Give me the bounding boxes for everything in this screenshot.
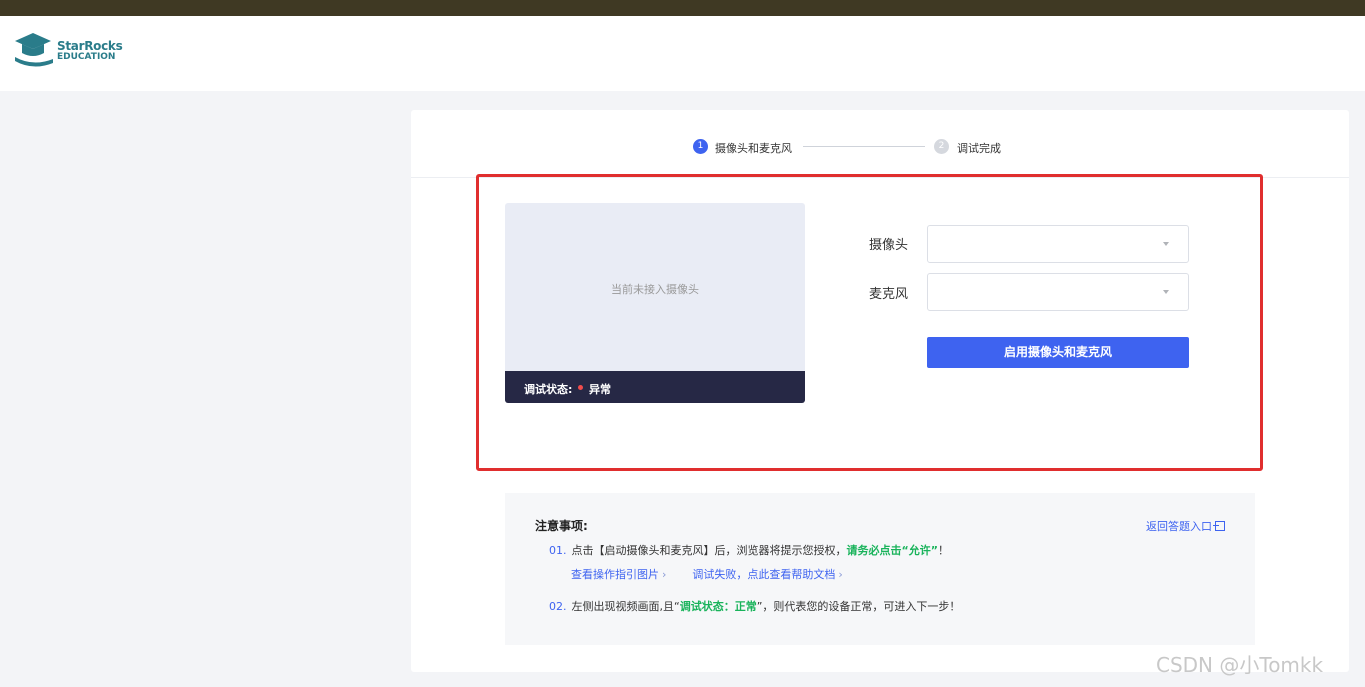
starrocks-logo[interactable]: StarRocks EDUCATION [13, 31, 123, 73]
note-item-2-text-a: 左侧出现视频画面,且“ [571, 600, 680, 613]
notes-panel: 注意事项: 返回答题入口 01. 点击【启动摄像头和麦克风】后，浏览器将提示您授权… [505, 493, 1255, 645]
debug-status-label: 调试状态: [524, 383, 573, 396]
site-header: StarRocks EDUCATION [0, 16, 1365, 91]
caret-down-icon [1163, 242, 1169, 246]
help-links: 查看操作指引图片 › 调试失败，点此查看帮助文档 › [571, 566, 869, 582]
camera-select[interactable] [927, 225, 1189, 263]
guide-images-link-label: 查看操作指引图片 [571, 568, 659, 581]
exit-icon [1213, 521, 1225, 531]
caret-down-icon [1163, 290, 1169, 294]
csdn-watermark: CSDN @小Tomkk [1156, 653, 1324, 677]
step-connector [803, 146, 925, 147]
step-1-number: 1 [693, 139, 708, 154]
help-doc-link[interactable]: 调试失败，点此查看帮助文档 › [692, 568, 842, 581]
back-link-label: 返回答题入口 [1146, 520, 1212, 533]
camera-preview: 当前未接入摄像头 调试状态: 异常 [505, 203, 805, 403]
enable-camera-mic-button[interactable]: 启用摄像头和麦克风 [927, 337, 1189, 368]
note-item-1-text-a: 点击【启动摄像头和麦克风】后，浏览器将提示您授权， [571, 544, 847, 557]
note-item-1-emphasis: 请务必点击“允许” [846, 544, 938, 557]
back-to-answer-link[interactable]: 返回答题入口 [1146, 518, 1225, 534]
debug-status-value: 异常 [589, 383, 611, 396]
graduation-cap-icon [15, 33, 53, 67]
steps-bar: 1 摄像头和麦克风 2 调试完成 [411, 110, 1349, 178]
chevron-right-icon: › [662, 568, 667, 581]
note-item-2-text-c: ”，则代表您的设备正常，可进入下一步！ [756, 600, 961, 613]
logo-subtitle: EDUCATION [57, 52, 116, 62]
note-item-2-number: 02. [549, 600, 567, 613]
top-bar [0, 0, 1365, 16]
note-item-1: 01. 点击【启动摄像头和麦克风】后，浏览器将提示您授权，请务必点击“允许”！ [549, 542, 949, 558]
step-2-label: 调试完成 [957, 142, 1001, 155]
guide-images-link[interactable]: 查看操作指引图片 › [571, 568, 666, 581]
microphone-select[interactable] [927, 273, 1189, 311]
step-1-label: 摄像头和麦克风 [715, 142, 792, 155]
camera-placeholder-text: 当前未接入摄像头 [611, 283, 699, 296]
camera-label: 摄像头 [869, 238, 909, 253]
notes-title: 注意事项: [535, 519, 588, 533]
logo-title: StarRocks [57, 39, 123, 53]
microphone-label: 麦克风 [869, 287, 909, 302]
chevron-right-icon: › [838, 568, 843, 581]
note-item-2: 02. 左侧出现视频画面,且“调试状态：正常”，则代表您的设备正常，可进入下一步！ [549, 598, 960, 614]
note-item-1-number: 01. [549, 544, 567, 557]
status-dot-icon [578, 385, 583, 390]
note-item-1-text-c: ！ [937, 544, 949, 557]
step-2-number: 2 [934, 139, 949, 154]
help-doc-link-label: 调试失败，点此查看帮助文档 [692, 568, 836, 581]
note-item-2-emphasis: 调试状态：正常 [679, 600, 757, 613]
debug-status-bar: 调试状态: 异常 [505, 371, 805, 403]
